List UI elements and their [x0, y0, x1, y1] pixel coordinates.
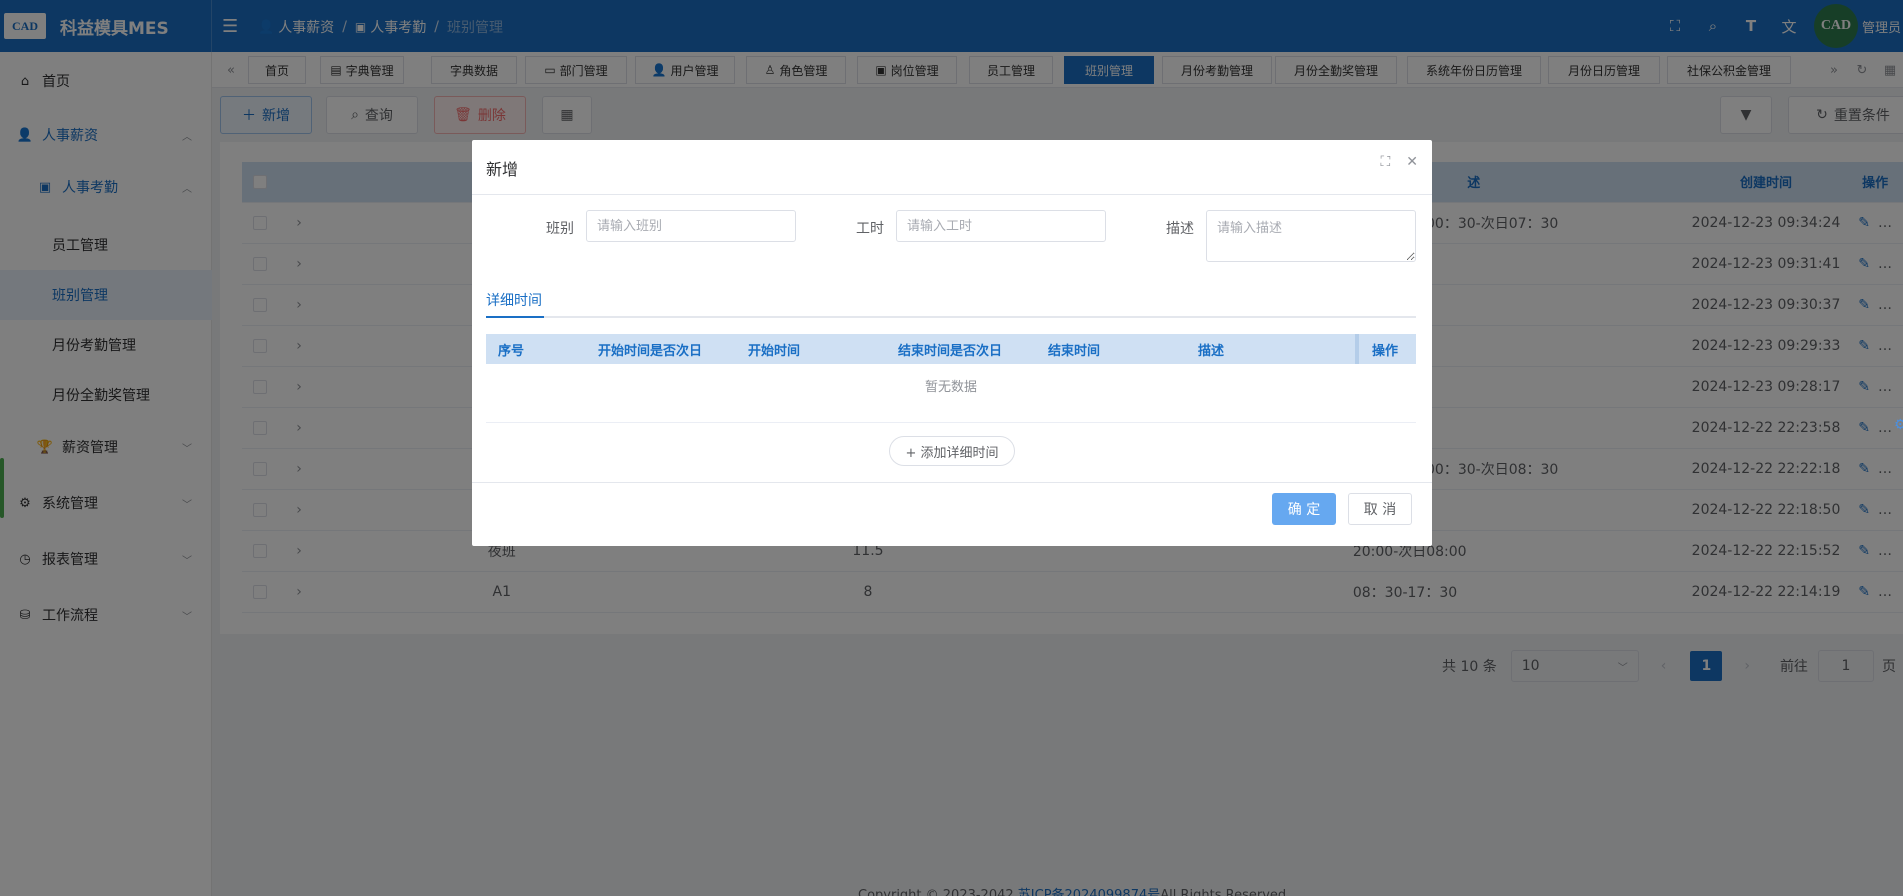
col-desc: 描述 — [1198, 344, 1225, 359]
detail-table-header: 序号 开始时间是否次日 开始时间 结束时间是否次日 结束时间 描述 操作 — [486, 334, 1416, 364]
confirm-button[interactable]: 确 定 — [1272, 493, 1336, 525]
close-icon[interactable]: ✕ — [1406, 154, 1418, 170]
footer-divider — [472, 482, 1432, 483]
add-dialog: 新增 ⛶ ✕ 班别 工时 描述 详细时间 序号 开始时间是否次日 开始时间 结束… — [472, 140, 1432, 546]
fixed-column-shadow — [1355, 334, 1359, 364]
shift-label: 班别 — [546, 221, 574, 237]
hours-input[interactable] — [896, 210, 1106, 242]
settings-float-icon[interactable]: ⚙ — [1894, 417, 1903, 433]
tab-active-indicator — [486, 316, 544, 318]
col-action: 操作 — [1372, 344, 1399, 359]
tab-underline — [486, 316, 1416, 318]
empty-divider — [486, 422, 1416, 423]
maximize-icon[interactable]: ⛶ — [1380, 154, 1390, 170]
col-end-next-day: 结束时间是否次日 — [898, 344, 1003, 359]
dialog-divider — [472, 194, 1432, 195]
shift-input[interactable] — [586, 210, 796, 242]
cancel-button[interactable]: 取 消 — [1348, 493, 1412, 525]
add-detail-time-button[interactable]: + 添加详细时间 — [889, 436, 1015, 466]
col-start-time: 开始时间 — [748, 344, 801, 359]
dialog-title: 新增 — [486, 160, 519, 179]
col-end-time: 结束时间 — [1048, 344, 1101, 359]
dialog-actions: ⛶ ✕ — [1380, 154, 1418, 170]
hours-label: 工时 — [856, 221, 884, 237]
col-start-next-day: 开始时间是否次日 — [598, 344, 703, 359]
col-seq: 序号 — [498, 344, 525, 359]
tab-detail-time[interactable]: 详细时间 — [486, 290, 542, 310]
empty-state: 暂无数据 — [924, 380, 977, 395]
desc-textarea[interactable] — [1206, 210, 1416, 262]
desc-label: 描述 — [1166, 221, 1194, 237]
